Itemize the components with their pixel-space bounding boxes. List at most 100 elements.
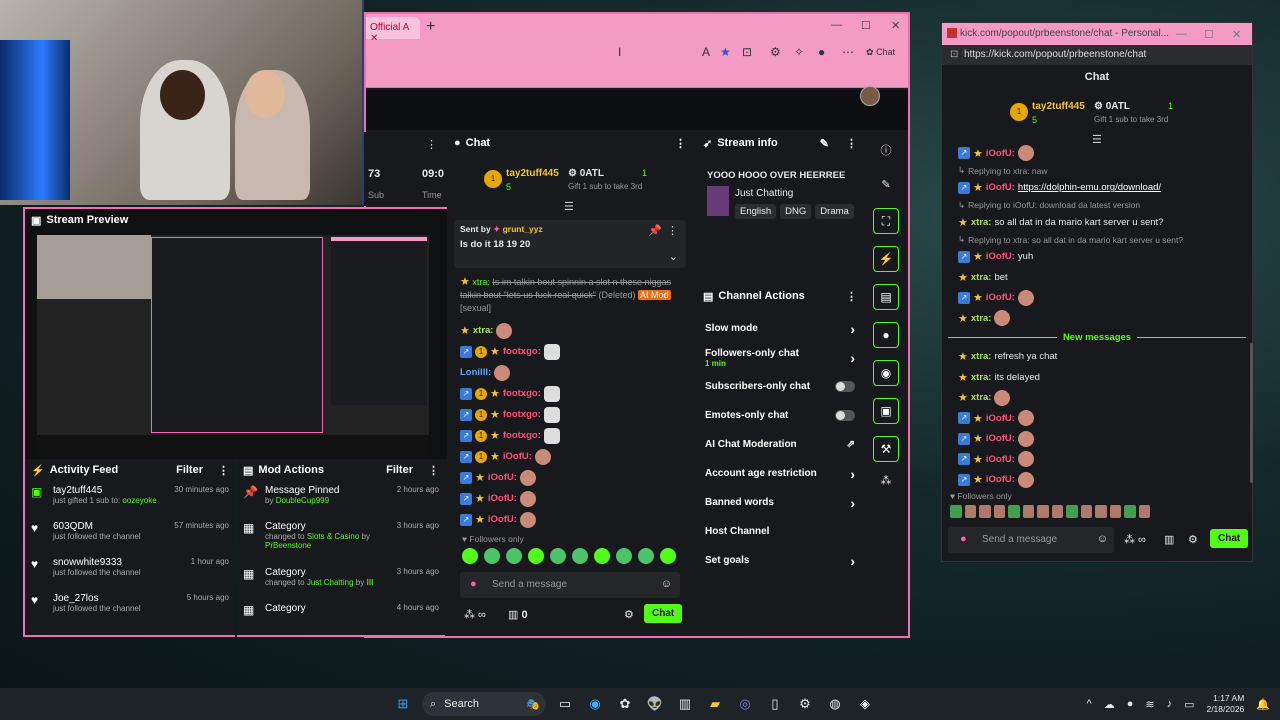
alien-icon[interactable]: 👽: [644, 693, 666, 715]
profile-icon[interactable]: ●: [818, 45, 825, 59]
channel-action-row[interactable]: Set goals ›: [697, 546, 863, 575]
chat-username[interactable]: iOofU:: [488, 493, 517, 504]
mic-icon[interactable]: ●: [470, 578, 477, 590]
popout-username[interactable]: iOofU:: [986, 474, 1015, 485]
emote-icon[interactable]: [660, 548, 676, 564]
close-icon[interactable]: ✕: [891, 19, 900, 32]
favorite-star-icon[interactable]: ★: [720, 45, 731, 59]
chat-link[interactable]: https://dolphin-emu.org/download/: [1018, 182, 1161, 193]
info-icon[interactable]: ⓘ: [866, 132, 906, 170]
taskbar-search[interactable]: ⌕ Search 🎭: [422, 692, 546, 716]
copilot-app-icon[interactable]: ✿: [614, 693, 636, 715]
emote-icon[interactable]: [572, 548, 588, 564]
copilot-button[interactable]: ✿ Chat: [866, 47, 895, 58]
popout-gift-leaderboard[interactable]: 1 tay2tuff445 5 ⚙ 0ATL 1 Gift 1 sub to t…: [1010, 99, 1200, 129]
chrome-icon[interactable]: ◍: [824, 693, 846, 715]
popout-chat-message[interactable]: ★ xtra:: [942, 388, 1252, 409]
activity-item[interactable]: ♥ 603QDM just followed the channel 57 minut…: [25, 517, 235, 553]
chevron-right-icon[interactable]: ›: [850, 466, 855, 482]
chat-message[interactable]: Lonilll:: [448, 362, 692, 383]
activity-item[interactable]: ♥ snowwhite9333 just followed the channel 1…: [25, 553, 235, 589]
volume-icon[interactable]: ♪: [1167, 698, 1173, 710]
popout-chat-message[interactable]: ↗ ★ iOofU:: [942, 470, 1252, 491]
chat-username[interactable]: Lonilll:: [460, 367, 491, 378]
chevron-right-icon[interactable]: ›: [850, 495, 855, 511]
chat-settings-icon[interactable]: ⚙: [624, 608, 634, 621]
extensions-icon[interactable]: ⚙: [770, 45, 781, 59]
favorites-icon[interactable]: ✧: [794, 45, 804, 59]
toggle-switch[interactable]: [835, 410, 855, 421]
emote-icon[interactable]: [950, 505, 962, 518]
document-icon[interactable]: ▤: [873, 284, 899, 310]
store-icon[interactable]: ▥ 0: [508, 608, 528, 621]
chat-message[interactable]: ↗ 1 ★ iOofU:: [448, 446, 692, 467]
emote-icon[interactable]: [1138, 505, 1150, 518]
emote-icon[interactable]: [979, 505, 991, 518]
clock[interactable]: 1:17 AM 2/18/2026: [1206, 693, 1244, 715]
channel-actions-menu-icon[interactable]: ⋮: [846, 290, 857, 303]
popout-username[interactable]: xtra:: [971, 351, 992, 362]
activity-menu-icon[interactable]: ⋮: [218, 464, 229, 477]
emote-icon[interactable]: [594, 548, 610, 564]
tray-mic-icon[interactable]: ●: [1127, 698, 1134, 710]
emote-icon[interactable]: [1066, 505, 1078, 518]
popout-chat-input[interactable]: ● Send a message ☺: [948, 527, 1114, 553]
chat-username[interactable]: iOofU:: [503, 451, 532, 462]
emote-icon[interactable]: [1109, 505, 1121, 518]
chat-username[interactable]: footxgo:: [503, 388, 541, 399]
store-app-icon[interactable]: ▥: [674, 693, 696, 715]
folder-icon[interactable]: ▰: [704, 693, 726, 715]
chat-message[interactable]: ↗ 1 ★ footxgo:: [448, 341, 692, 362]
chat-input[interactable]: ● Send a message ☺: [460, 572, 680, 598]
chat-icon[interactable]: ●: [873, 322, 899, 348]
mod-action-item[interactable]: 📌 Message Pinned by DoubleCup999 2 hours ag…: [237, 481, 445, 517]
popout-username[interactable]: iOofU:: [986, 251, 1015, 262]
emote-icon[interactable]: [1008, 505, 1020, 518]
emote-icon[interactable]: [638, 548, 654, 564]
popout-username[interactable]: iOofU:: [986, 182, 1015, 193]
popout-username[interactable]: xtra:: [971, 313, 992, 324]
lightning-icon[interactable]: ⚡: [873, 246, 899, 272]
apps-icon[interactable]: ⁂: [866, 474, 906, 487]
popout-username[interactable]: xtra:: [971, 372, 992, 383]
chevron-down-icon[interactable]: ⌄: [669, 250, 678, 263]
chat-menu-icon[interactable]: ⋮: [675, 137, 686, 150]
read-aloud-icon[interactable]: A: [702, 45, 710, 59]
chat-username[interactable]: iOofU:: [488, 514, 517, 525]
popout-chat-message[interactable]: ★ xtra:: [942, 308, 1252, 329]
activity-filter-button[interactable]: Filter: [176, 464, 203, 476]
popout-close-icon[interactable]: ✕: [1232, 28, 1241, 41]
cloud-icon[interactable]: ☁: [1104, 698, 1115, 711]
maximize-icon[interactable]: ☐: [861, 19, 871, 32]
emote-icon[interactable]: [528, 548, 544, 564]
popout-settings-icon[interactable]: ⚙: [1188, 533, 1198, 546]
discord-icon[interactable]: ◎: [734, 693, 756, 715]
file-icon[interactable]: ▯: [764, 693, 786, 715]
category-name[interactable]: Just Chatting: [735, 188, 793, 199]
points-icon[interactable]: ⁂ ∞: [464, 608, 486, 621]
popout-scrollbar[interactable]: [1250, 343, 1253, 483]
pinned-menu-icon[interactable]: ⋮: [667, 224, 678, 237]
popout-address-bar[interactable]: https://kick.com/popout/prbeenstone/chat: [942, 45, 1252, 65]
tray-chevron-icon[interactable]: ^: [1087, 698, 1092, 710]
gift-leaderboard[interactable]: 1 tay2tuff445 5 ⚙ 0ATL 1 Gift 1 sub to t…: [484, 166, 664, 196]
split-screen-icon[interactable]: ⊡: [742, 45, 752, 59]
channel-action-row[interactable]: Host Channel: [697, 517, 863, 546]
task-view-icon[interactable]: ▭: [554, 693, 576, 715]
edit-icon[interactable]: ✎: [820, 137, 829, 150]
external-link-icon[interactable]: ⇗: [847, 439, 855, 450]
stream-tag[interactable]: DNG: [780, 204, 812, 219]
collapse-icon[interactable]: ☰: [564, 200, 574, 213]
channel-action-row[interactable]: Followers-only chat 1 min ›: [697, 343, 863, 372]
popout-mic-icon[interactable]: ●: [960, 533, 967, 545]
popout-chat-message[interactable]: ↗ ★ iOofU:: [942, 143, 1252, 164]
channel-action-row[interactable]: Slow mode ›: [697, 314, 863, 343]
popout-points-icon[interactable]: ⁂ ∞: [1124, 533, 1146, 546]
camera-icon[interactable]: ▣: [873, 398, 899, 424]
popout-chat-message[interactable]: ★ xtra: so all dat in da mario kart server…: [942, 212, 1252, 233]
stream-tag[interactable]: English: [735, 204, 777, 219]
popout-chat-message[interactable]: ★ xtra: its delayed: [942, 367, 1252, 388]
chat-message[interactable]: ↗ 1 ★ footxgo:: [448, 383, 692, 404]
broadcast-icon[interactable]: ◉: [873, 360, 899, 386]
popout-chat-message[interactable]: ↗ ★ iOofU: https://dolphin-emu.org/download…: [942, 178, 1252, 199]
